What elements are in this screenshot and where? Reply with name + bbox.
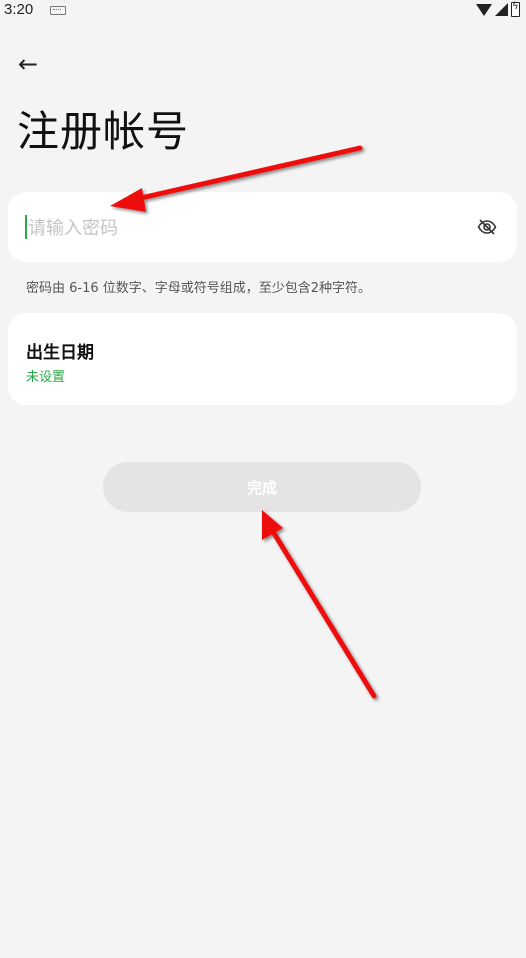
password-field-card bbox=[8, 192, 517, 262]
battery-icon bbox=[511, 1, 520, 17]
password-input[interactable] bbox=[26, 209, 470, 247]
status-bar: 3:20 bbox=[0, 0, 526, 24]
status-time: 3:20 bbox=[4, 1, 34, 18]
back-arrow-icon: ← bbox=[17, 50, 39, 78]
wifi-icon bbox=[476, 3, 492, 16]
birth-date-row[interactable]: 出生日期 未设置 bbox=[8, 313, 517, 405]
password-hint: 密码由 6-16 位数字、字母或符号组成，至少包含2种字符。 bbox=[26, 281, 372, 296]
birth-date-value: 未设置 bbox=[26, 370, 66, 385]
page-title: 注册帐号 bbox=[17, 107, 190, 156]
birth-date-label: 出生日期 bbox=[26, 343, 94, 363]
back-button[interactable]: ← bbox=[12, 48, 44, 80]
arrow-to-done-icon bbox=[262, 510, 377, 699]
keyboard-icon bbox=[50, 6, 66, 15]
signal-icon bbox=[495, 3, 508, 16]
eye-off-icon[interactable] bbox=[477, 217, 497, 237]
system-icons bbox=[476, 1, 520, 17]
done-button[interactable]: 完成 bbox=[103, 462, 421, 512]
